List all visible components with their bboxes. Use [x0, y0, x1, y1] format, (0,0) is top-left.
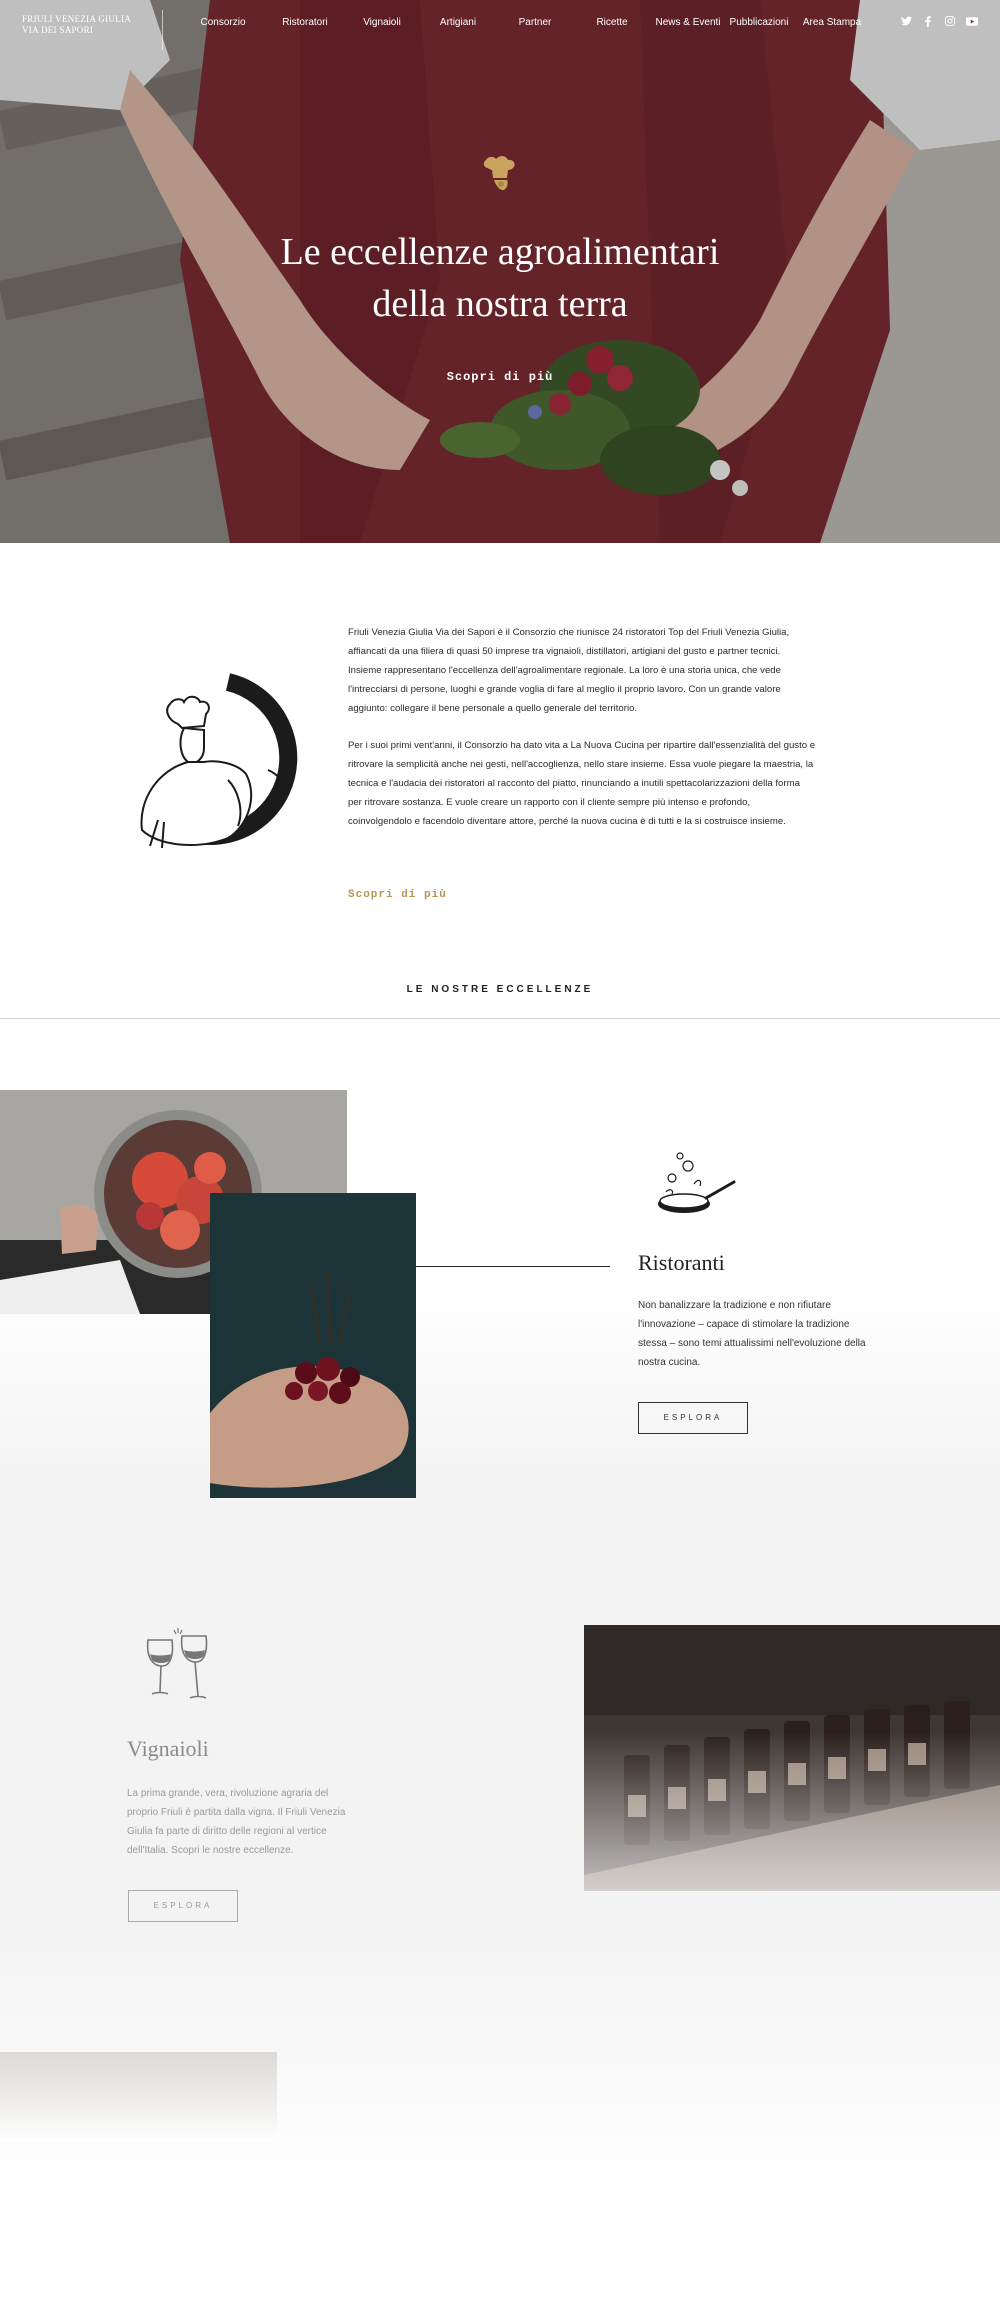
nav-partner[interactable]: Partner — [496, 17, 574, 28]
social-links — [900, 15, 978, 27]
top-navigation: FRIULI VENEZIA GIULIA VIA DEI SAPORI Con… — [0, 0, 1000, 50]
cherries-hand-photo — [210, 1193, 416, 1498]
intro-paragraph-1: Friuli Venezia Giulia Via dei Sapori è i… — [348, 627, 790, 714]
hero-title: Le eccellenze agroalimentari della nostr… — [0, 226, 1000, 330]
chef-hat-logo-icon — [483, 156, 515, 191]
chef-illustration-icon — [140, 673, 298, 849]
wine-glasses-icon — [146, 1628, 208, 1699]
nav-artigiani[interactable]: Artigiani — [420, 17, 496, 28]
nav-vignaioli[interactable]: Vignaioli — [344, 17, 420, 28]
hero-discover-link[interactable]: Scopri di più — [0, 370, 1000, 384]
facebook-icon[interactable] — [922, 15, 934, 27]
nav-pubblicazioni[interactable]: Pubblicazioni — [726, 17, 792, 28]
hero-title-line-2: della nostra terra — [372, 283, 628, 325]
nav-news-eventi[interactable]: News & Eventi — [650, 17, 726, 28]
frying-pan-icon — [658, 1152, 736, 1213]
section-divider — [0, 1018, 1000, 1019]
hero-section: FRIULI VENEZIA GIULIA VIA DEI SAPORI Con… — [0, 0, 1000, 543]
brand-line-2: VIA DEI SAPORI — [22, 25, 94, 35]
vignaioli-explore-button[interactable]: ESPLORA — [128, 1890, 238, 1922]
nav-ricette[interactable]: Ricette — [574, 17, 650, 28]
next-section-photo — [0, 2052, 277, 2142]
instagram-icon[interactable] — [944, 15, 956, 27]
youtube-icon[interactable] — [966, 15, 978, 27]
intro-discover-link[interactable]: Scopri di più — [348, 889, 447, 901]
wine-cellar-photo — [584, 1625, 1000, 1891]
brand-line-1: FRIULI VENEZIA GIULIA — [22, 14, 132, 24]
ristoranti-title: Ristoranti — [638, 1250, 725, 1275]
intro-paragraph-2: Per i suoi primi vent'anni, il Consorzio… — [348, 740, 816, 827]
section-title: LE NOSTRE ECCELLENZE — [406, 984, 594, 995]
intro-text: Friuli Venezia Giulia Via dei Sapori è i… — [348, 623, 816, 849]
nav-ristoratori[interactable]: Ristoratori — [266, 17, 344, 28]
ristoranti-explore-button[interactable]: ESPLORA — [638, 1402, 748, 1434]
twitter-icon[interactable] — [900, 15, 912, 27]
connector-line — [416, 1266, 610, 1267]
nav-consorzio[interactable]: Consorzio — [180, 17, 266, 28]
ristoranti-description: Non banalizzare la tradizione e non rifi… — [638, 1300, 866, 1368]
brand-divider — [162, 10, 163, 50]
main-menu: Consorzio Ristoratori Vignaioli Artigian… — [180, 17, 872, 28]
vignaioli-description: La prima grande, vera, rivoluzione agrar… — [127, 1788, 346, 1856]
hero-title-line-1: Le eccellenze agroalimentari — [280, 231, 720, 273]
wine-photo-fade — [584, 1625, 1000, 1891]
site-logo[interactable]: FRIULI VENEZIA GIULIA VIA DEI SAPORI — [22, 14, 131, 36]
nav-area-stampa[interactable]: Area Stampa — [792, 17, 872, 28]
vignaioli-title: Vignaioli — [127, 1736, 209, 1761]
